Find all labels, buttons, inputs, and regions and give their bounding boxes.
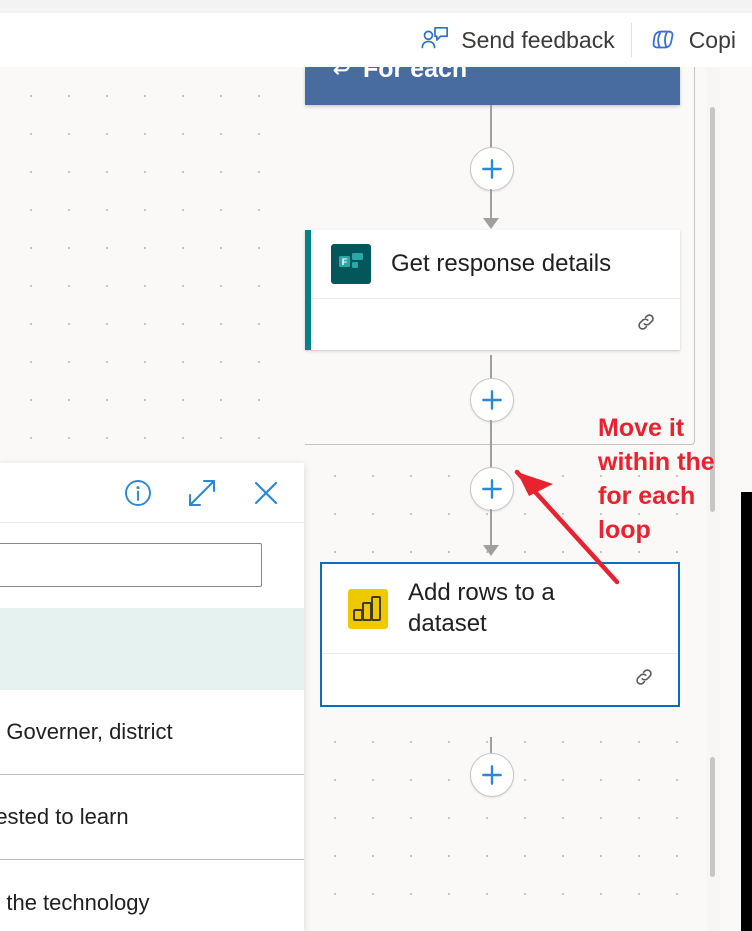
panel-highlight-band [0,608,304,690]
foreach-label: For each [363,67,468,83]
card-footer [305,298,680,350]
foreach-loop-icon [327,67,353,86]
copilot-icon [648,25,678,55]
power-bi-icon [348,588,388,629]
connector-line [490,105,492,149]
connector-line [490,189,492,221]
list-item-label: rested to learn [0,804,129,829]
list-item[interactable]: n Governer, district [0,690,304,775]
list-item-label: n the technology [0,889,150,915]
action-card-get-response-details[interactable]: F Get response details [305,230,680,350]
annotation-line-2: within the [598,448,715,476]
card-title: Get response details [391,249,612,277]
command-toolbar: Send feedback Copi [0,13,752,67]
card-accent-bar [305,230,311,350]
send-feedback-icon [420,25,450,55]
annotation-line-3: for each [598,482,696,510]
right-black-panel [741,492,752,931]
connector-line [490,737,492,753]
chain-link-icon[interactable] [634,310,658,339]
foreach-scope-gutter [277,67,305,445]
list-item-label: n Governer, district [0,719,173,744]
search-input[interactable] [0,543,262,587]
window-top-strip [0,0,752,13]
panel-header [0,463,304,523]
foreach-header-card[interactable]: For each [305,67,680,105]
send-feedback-label: Send feedback [461,26,615,53]
connector-line [490,420,492,467]
close-icon[interactable] [250,477,282,509]
add-step-after-add-rows[interactable] [470,753,514,797]
expand-icon[interactable] [186,477,218,509]
canvas-scrollbar-thumb-lower[interactable] [710,757,715,877]
list-item[interactable]: n the technology [0,860,304,931]
svg-text:F: F [342,257,348,267]
copilot-label: Copi [688,26,736,53]
connector-arrowhead [483,218,499,229]
annotation-text: Move it within the for each loop [598,411,748,547]
connector-line [490,509,492,547]
panel-row-list: n Governer, district rested to learn n t… [0,690,304,931]
chain-link-icon[interactable] [632,665,656,694]
copilot-button[interactable]: Copi [632,20,752,60]
send-feedback-button[interactable]: Send feedback [404,20,630,60]
list-item[interactable]: rested to learn [0,775,304,860]
annotation-line-4: loop [598,516,651,544]
microsoft-forms-icon: F [331,244,371,284]
details-flyout-panel[interactable]: n Governer, district rested to learn n t… [0,463,304,931]
connector-line [490,355,492,379]
add-step-inside-foreach-bottom[interactable] [470,378,514,422]
annotation-line-1: Move it [598,414,685,442]
add-step-inside-foreach-top[interactable] [470,147,514,191]
info-icon[interactable] [122,477,154,509]
